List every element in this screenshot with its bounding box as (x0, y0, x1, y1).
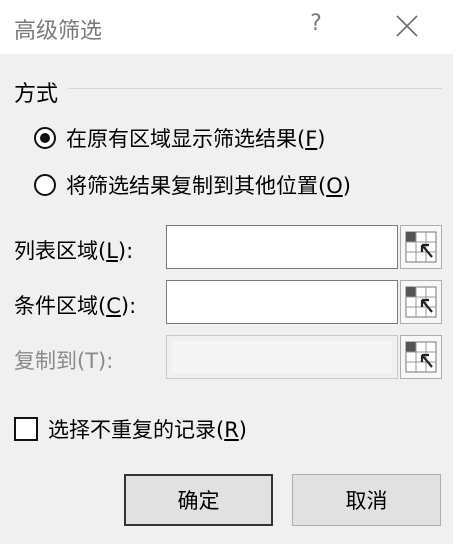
group-separator (68, 88, 442, 89)
range-select-icon (405, 286, 437, 318)
dialog-title: 高级筛选 (14, 19, 103, 44)
radio-button-checked[interactable] (34, 127, 56, 149)
list-range-input[interactable] (166, 225, 398, 269)
unique-records-option[interactable]: 选择不重复的记录(R) (14, 414, 247, 444)
copy-to-select-button (400, 335, 442, 379)
help-button[interactable]: ? (304, 11, 328, 41)
criteria-range-label: 条件区域(C): (14, 294, 137, 318)
ok-button[interactable]: 确定 (124, 474, 273, 526)
close-icon (396, 15, 418, 37)
range-select-icon (405, 231, 437, 263)
criteria-range-input[interactable] (166, 280, 398, 324)
method-group-label: 方式 (14, 82, 59, 107)
range-select-icon (405, 341, 437, 373)
radio-label: 在原有区域显示筛选结果(F) (66, 127, 326, 151)
radio-show-in-place[interactable]: 在原有区域显示筛选结果(F) (34, 123, 326, 153)
cancel-button[interactable]: 取消 (292, 474, 441, 526)
title-bar: 高级筛选 ? (0, 0, 453, 54)
radio-button-unchecked[interactable] (34, 174, 56, 196)
radio-copy-to-location[interactable]: 将筛选结果复制到其他位置(O) (34, 170, 351, 200)
criteria-range-select-button[interactable] (400, 280, 442, 324)
copy-to-input (166, 335, 398, 379)
list-range-select-button[interactable] (400, 225, 442, 269)
unique-records-label: 选择不重复的记录(R) (48, 418, 247, 442)
unique-records-checkbox[interactable] (14, 417, 38, 441)
copy-to-label: 复制到(T): (14, 349, 114, 373)
list-range-label: 列表区域(L): (14, 239, 134, 263)
copy-to-input-value (172, 341, 392, 373)
radio-label: 将筛选结果复制到其他位置(O) (66, 174, 351, 198)
close-button[interactable] (386, 8, 426, 44)
